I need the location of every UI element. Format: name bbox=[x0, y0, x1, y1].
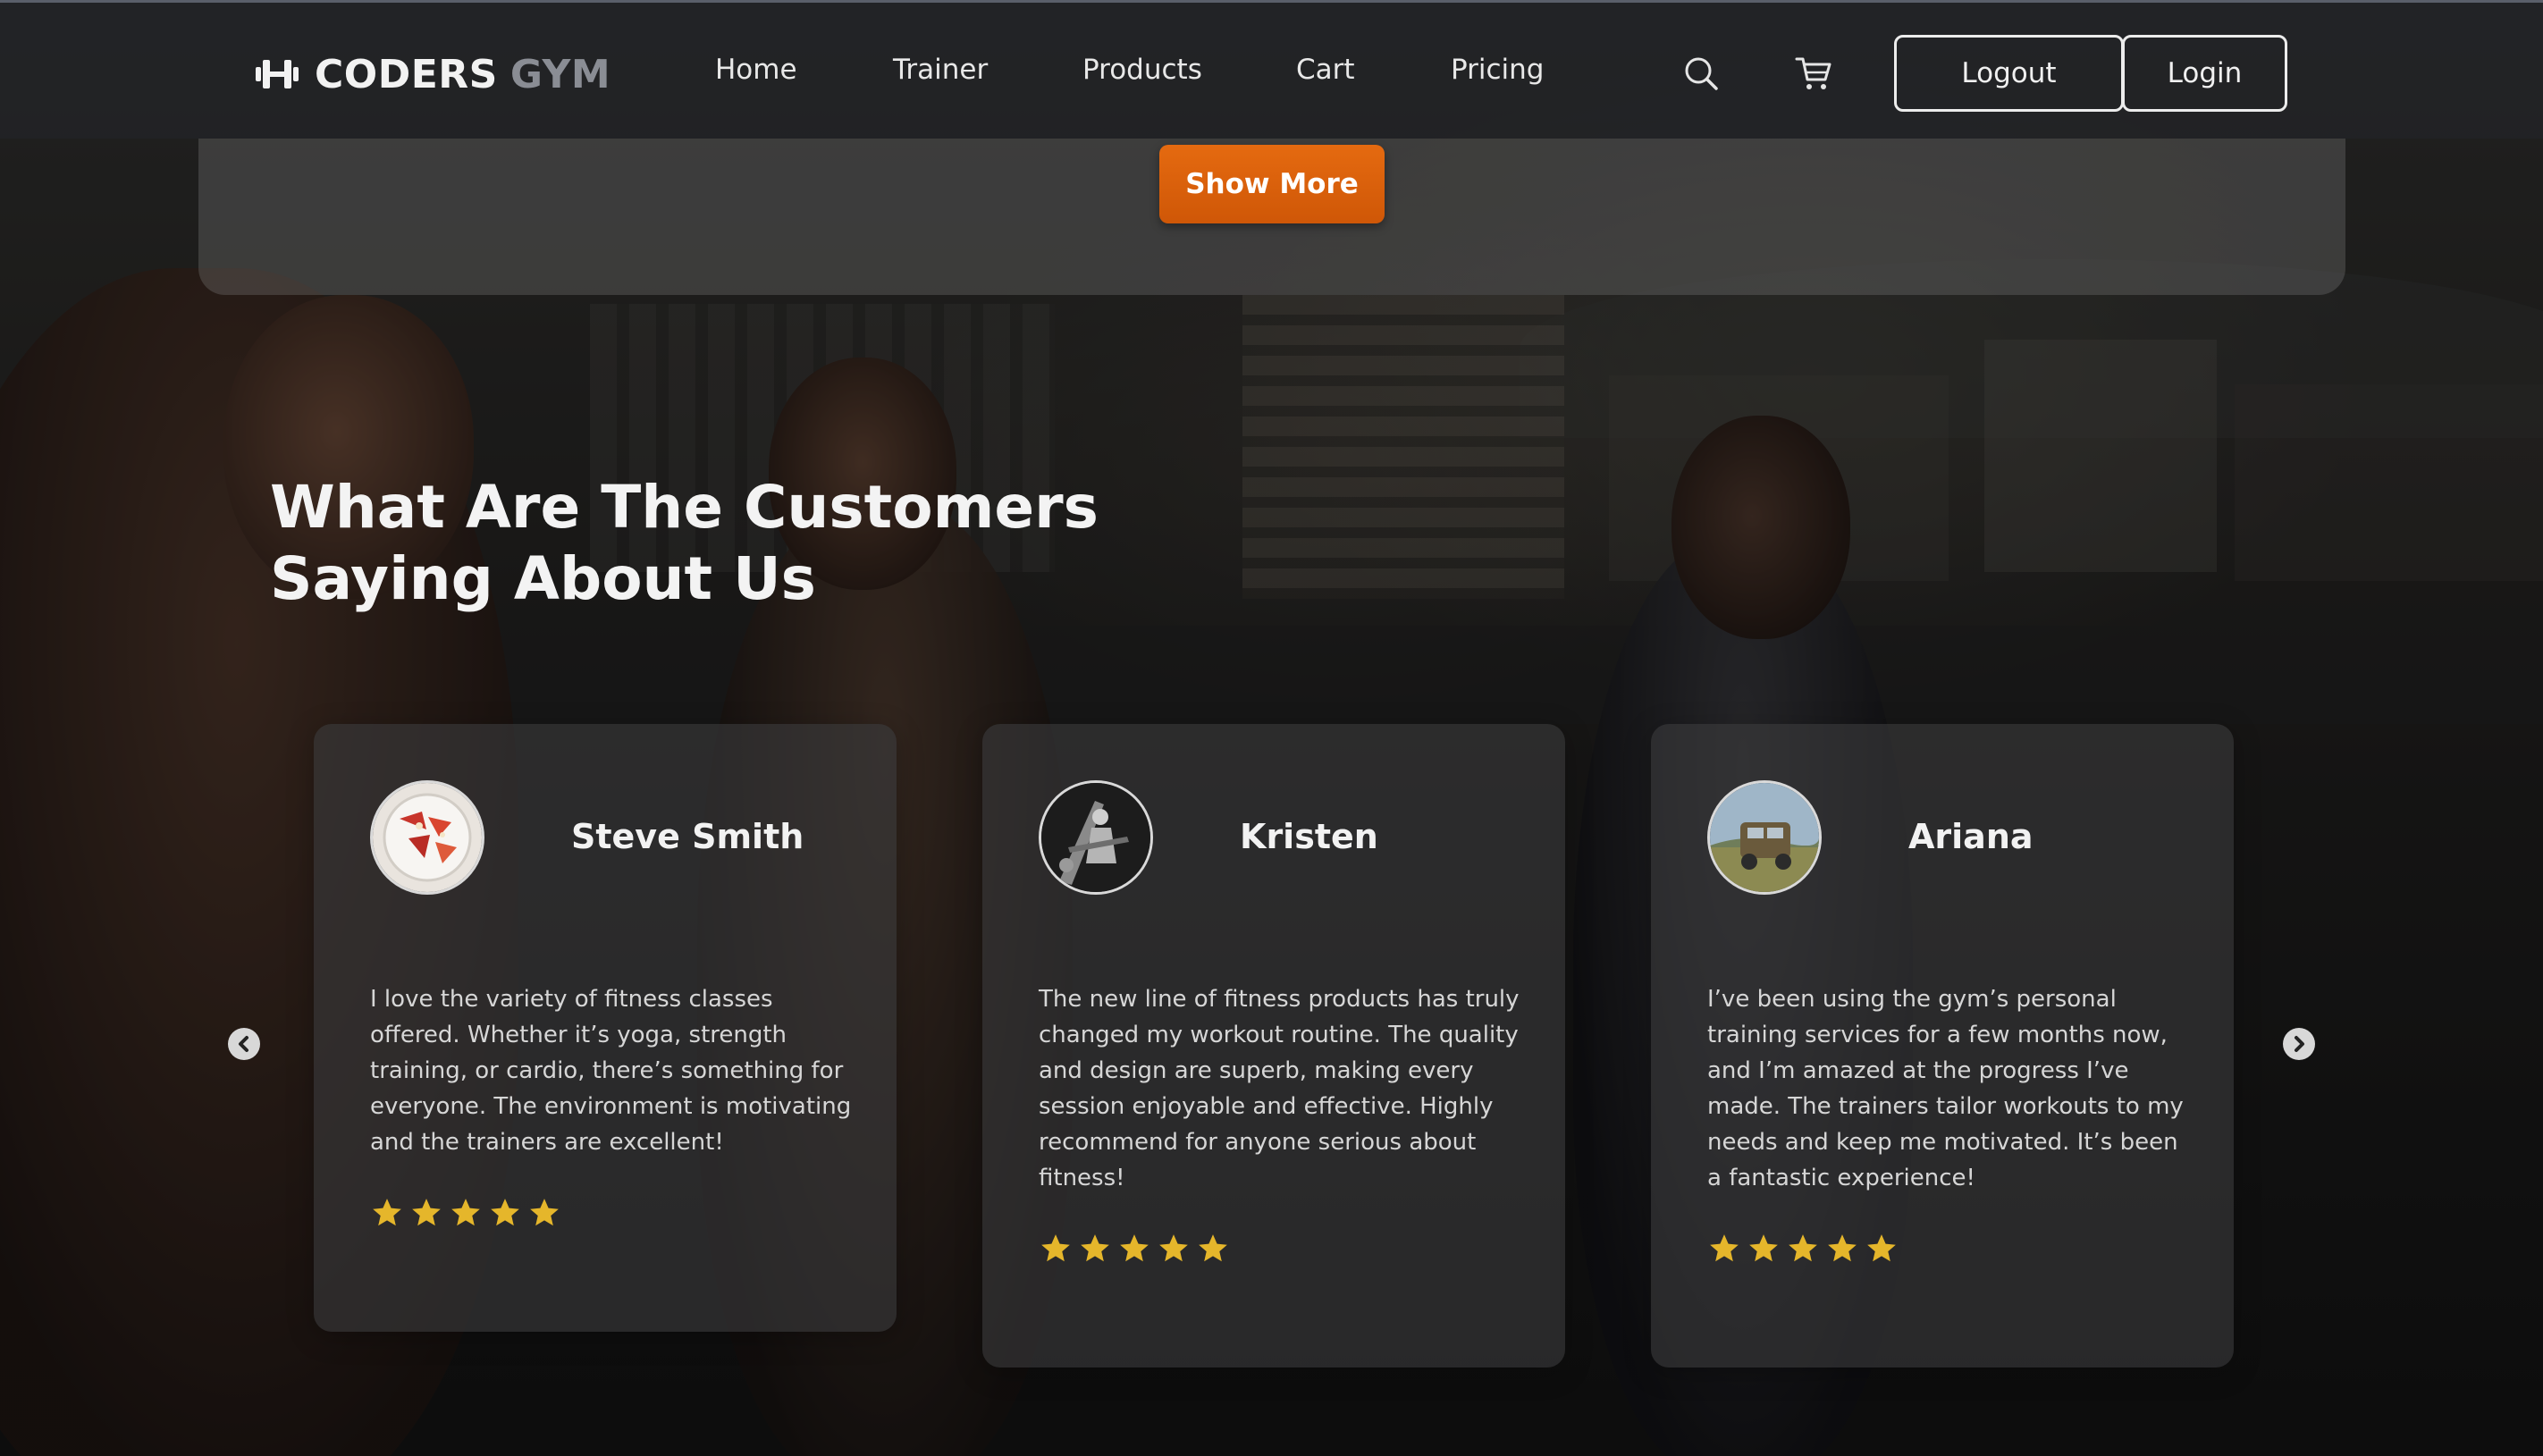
search-icon[interactable] bbox=[1682, 55, 1720, 92]
star-icon bbox=[530, 1199, 559, 1226]
star-rating bbox=[1707, 1232, 1899, 1266]
testimonial-quote: I love the variety of fitness classes of… bbox=[370, 986, 852, 1156]
nav-link-cart[interactable]: Cart bbox=[1296, 54, 1355, 86]
avatar bbox=[370, 780, 484, 895]
nav-link-pricing[interactable]: Pricing bbox=[1451, 54, 1545, 86]
star-icon bbox=[1081, 1234, 1109, 1262]
chevron-left-icon bbox=[239, 1036, 248, 1052]
star-icon bbox=[1867, 1234, 1896, 1262]
testimonial-quote: I’ve been using the gym’s personal train… bbox=[1707, 986, 2184, 1191]
star-rating bbox=[370, 1196, 561, 1230]
star-rating bbox=[1039, 1232, 1230, 1266]
login-button[interactable]: Login bbox=[2122, 35, 2287, 112]
star-icon bbox=[1710, 1234, 1739, 1262]
star-icon bbox=[373, 1199, 401, 1226]
testimonial-card-ariana: Ariana I’ve been using the gym’s persona… bbox=[1651, 724, 2234, 1368]
avatar bbox=[1039, 780, 1153, 895]
star-icon bbox=[1120, 1234, 1149, 1262]
nav-link-trainer[interactable]: Trainer bbox=[893, 54, 988, 86]
star-icon bbox=[491, 1199, 519, 1226]
customer-name: Kristen bbox=[1240, 817, 1378, 856]
star-icon bbox=[1199, 1234, 1227, 1262]
star-icon bbox=[1828, 1234, 1857, 1262]
carousel-next-button[interactable] bbox=[2283, 1028, 2315, 1060]
testimonial-quote: The new line of fitness products has tru… bbox=[1039, 986, 1520, 1191]
avatar bbox=[1707, 780, 1822, 895]
logout-button[interactable]: Logout bbox=[1894, 35, 2124, 112]
testimonial-card-steve-smith: Steve Smith I love the variety of fitnes… bbox=[314, 724, 897, 1332]
section-title: What Are The Customers Saying About Us bbox=[270, 472, 1253, 615]
carousel-prev-button[interactable] bbox=[228, 1028, 260, 1060]
star-icon bbox=[1041, 1234, 1070, 1262]
testimonial-card-kristen: Kristen The new line of fitness products… bbox=[982, 724, 1565, 1368]
chevron-right-icon bbox=[2295, 1036, 2304, 1052]
section-title-line-2: Saying About Us bbox=[270, 544, 816, 613]
nav-link-products[interactable]: Products bbox=[1082, 54, 1202, 86]
section-title-line-1: What Are The Customers bbox=[270, 473, 1099, 542]
star-icon bbox=[412, 1199, 441, 1226]
navbar: CODERS GYM Home Trainer Products Cart Pr… bbox=[0, 0, 2543, 139]
star-icon bbox=[1159, 1234, 1188, 1262]
nav-link-home[interactable]: Home bbox=[715, 54, 797, 86]
star-icon bbox=[1749, 1234, 1778, 1262]
cart-icon[interactable] bbox=[1795, 55, 1832, 92]
star-icon bbox=[1789, 1234, 1817, 1262]
customer-name: Ariana bbox=[1908, 817, 2034, 856]
star-icon bbox=[451, 1199, 480, 1226]
show-more-button[interactable]: Show More bbox=[1159, 145, 1385, 223]
customer-name: Steve Smith bbox=[571, 817, 804, 856]
